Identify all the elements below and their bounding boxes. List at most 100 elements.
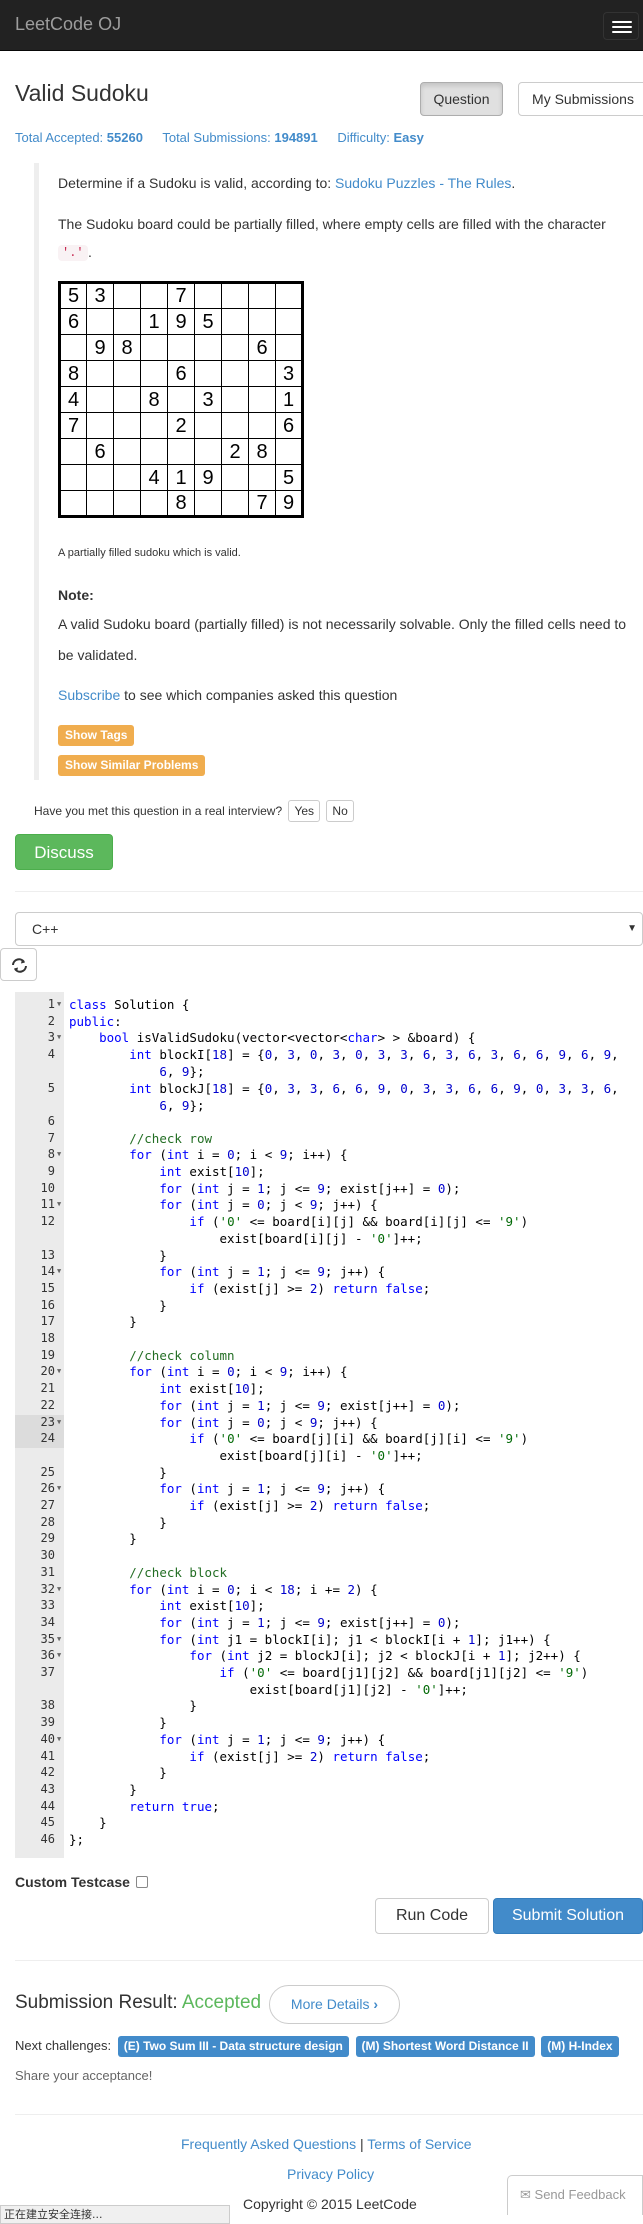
brand-logo[interactable]: LeetCode OJ <box>15 14 121 35</box>
hamburger-menu-icon[interactable] <box>603 12 639 40</box>
code-line[interactable]: if ('0' <= board[i][j] && board[i][j] <=… <box>69 1213 528 1247</box>
code-line[interactable]: if (exist[j] >= 2) return false; <box>69 1280 430 1297</box>
code-line[interactable]: //check column <box>69 1347 234 1364</box>
privacy-link[interactable]: Privacy Policy <box>287 2166 374 2182</box>
sudoku-cell <box>275 334 303 361</box>
code-line[interactable]: for (int j = 0; j < 9; j++) { <box>69 1414 377 1431</box>
code-line[interactable]: for (int j = 1; j <= 9; exist[j++] = 0); <box>69 1614 460 1631</box>
tab-question[interactable]: Question <box>420 82 503 116</box>
line-number: 36 <box>40 1648 55 1663</box>
code-line[interactable]: } <box>69 1764 167 1781</box>
code-line[interactable]: for (int j = 1; j <= 9; j++) { <box>69 1480 385 1497</box>
code-line[interactable]: if (exist[j] >= 2) return false; <box>69 1748 430 1765</box>
code-line[interactable]: if (exist[j] >= 2) return false; <box>69 1497 430 1514</box>
code-line[interactable]: int exist[10]; <box>69 1163 264 1180</box>
discuss-button[interactable]: Discuss <box>15 834 113 870</box>
fold-arrow-icon[interactable]: ▼ <box>57 1581 61 1598</box>
fold-arrow-icon[interactable]: ▼ <box>57 1263 61 1280</box>
code-line[interactable]: } <box>69 1781 137 1798</box>
sudoku-cell <box>113 308 141 335</box>
code-line[interactable]: public: <box>69 1013 122 1030</box>
fold-arrow-icon[interactable]: ▼ <box>57 1196 61 1213</box>
next-challenge-link[interactable]: (E) Two Sum III - Data structure design <box>117 2036 349 2057</box>
code-line[interactable]: for (int j1 = blockI[i]; j1 < blockI[i +… <box>69 1631 550 1648</box>
code-line[interactable]: } <box>69 1313 137 1330</box>
fold-arrow-icon[interactable]: ▼ <box>57 1480 61 1497</box>
sudoku-cell: 7 <box>59 412 87 439</box>
code-line[interactable]: }; <box>69 1831 84 1848</box>
sudoku-cell <box>86 386 114 413</box>
terms-link[interactable]: Terms of Service <box>367 2136 471 2152</box>
code-line[interactable]: } <box>69 1530 137 1547</box>
code-line[interactable]: } <box>69 1297 167 1314</box>
sudoku-cell <box>167 438 195 465</box>
next-challenge-link[interactable]: (M) H-Index <box>541 2036 619 2057</box>
code-line[interactable]: if ('0' <= board[j][i] && board[j][i] <=… <box>69 1430 528 1464</box>
submissions-value: 194891 <box>274 130 318 145</box>
code-line[interactable]: } <box>69 1814 107 1831</box>
fold-arrow-icon[interactable]: ▼ <box>57 996 61 1013</box>
show-tags-button[interactable]: Show Tags <box>58 725 135 746</box>
code-line[interactable]: } <box>69 1697 197 1714</box>
code-line[interactable]: for (int j = 0; j < 9; j++) { <box>69 1196 377 1213</box>
code-editor[interactable]: 1 ▼ class Solution {2 public: 3 ▼ bool isVali… <box>15 992 643 1858</box>
code-line[interactable]: for (int i = 0; i < 18; i += 2) { <box>69 1581 377 1598</box>
code-line[interactable]: for (int j = 1; j <= 9; exist[j++] = 0); <box>69 1397 460 1414</box>
code-line[interactable]: } <box>69 1464 167 1481</box>
sudoku-cell <box>86 412 114 439</box>
code-line[interactable]: int exist[10]; <box>69 1597 264 1614</box>
code-line[interactable]: for (int i = 0; i < 9; i++) { <box>69 1363 347 1380</box>
fold-arrow-icon[interactable]: ▼ <box>57 1731 61 1748</box>
sudoku-cell: 8 <box>167 490 195 517</box>
refresh-icon[interactable] <box>0 948 37 981</box>
code-line[interactable]: for (int j = 1; j <= 9; exist[j++] = 0); <box>69 1180 460 1197</box>
show-similar-problems-button[interactable]: Show Similar Problems <box>58 755 206 776</box>
sudoku-rules-link[interactable]: Sudoku Puzzles - The Rules <box>335 175 511 191</box>
fold-arrow-icon[interactable]: ▼ <box>57 1363 61 1380</box>
fold-arrow-icon[interactable]: ▼ <box>57 1414 61 1431</box>
subscribe-link[interactable]: Subscribe <box>58 687 120 703</box>
faq-link[interactable]: Frequently Asked Questions <box>181 2136 356 2152</box>
send-feedback-button[interactable]: ✉ Send Feedback <box>507 2175 643 2215</box>
code-line[interactable]: if ('0' <= board[j1][j2] && board[j1][j2… <box>69 1664 589 1698</box>
code-line[interactable]: //check block <box>69 1564 227 1581</box>
sudoku-cell <box>59 334 87 361</box>
code-line[interactable]: class Solution { <box>69 996 189 1013</box>
code-line[interactable]: int exist[10]; <box>69 1380 264 1397</box>
description-line-1: Determine if a Sudoku is valid, accordin… <box>58 168 515 199</box>
code-line[interactable]: int blockI[18] = {0, 3, 0, 3, 0, 3, 3, 6… <box>69 1046 618 1080</box>
fold-arrow-icon[interactable]: ▼ <box>57 1146 61 1163</box>
code-line[interactable]: } <box>69 1514 167 1531</box>
code-line[interactable]: bool isValidSudoku(vector<vector<char> >… <box>69 1029 475 1046</box>
footer-links: Frequently Asked Questions | Terms of Se… <box>181 2136 472 2152</box>
code-line[interactable]: int blockJ[18] = {0, 3, 3, 6, 6, 9, 0, 3… <box>69 1080 618 1114</box>
line-number: 38 <box>40 1698 55 1713</box>
code-line[interactable]: //check row <box>69 1130 212 1147</box>
footer-separator: | <box>356 2136 368 2152</box>
language-select[interactable]: C++ ▼ <box>15 912 643 946</box>
fold-arrow-icon[interactable]: ▼ <box>57 1029 61 1046</box>
code-line[interactable]: return true; <box>69 1798 219 1815</box>
code-line[interactable]: for (int j = 1; j <= 9; j++) { <box>69 1263 385 1280</box>
more-details-button[interactable]: More Details › <box>269 1985 400 2024</box>
sudoku-cell: 1 <box>140 308 168 335</box>
line-number: 31 <box>40 1564 55 1579</box>
code-line[interactable]: for (int i = 0; i < 9; i++) { <box>69 1146 347 1163</box>
next-challenge-link[interactable]: (M) Shortest Word Distance II <box>355 2036 535 2057</box>
line-number: 7 <box>47 1130 55 1145</box>
code-line[interactable]: for (int j = 1; j <= 9; j++) { <box>69 1731 385 1748</box>
code-line[interactable]: for (int j2 = blockJ[i]; j2 < blockJ[i +… <box>69 1647 580 1664</box>
code-line[interactable]: } <box>69 1714 167 1731</box>
submit-solution-button[interactable]: Submit Solution <box>493 1898 643 1934</box>
accepted-label: Total Accepted: <box>15 130 104 145</box>
tab-my-submissions[interactable]: My Submissions <box>518 82 643 116</box>
fold-arrow-icon[interactable]: ▼ <box>57 1647 61 1664</box>
fold-arrow-icon[interactable]: ▼ <box>57 1631 61 1648</box>
line-number: 26 <box>40 1481 55 1496</box>
custom-testcase-checkbox[interactable] <box>135 1876 148 1888</box>
yes-button[interactable]: Yes <box>288 800 321 822</box>
code-line[interactable]: } <box>69 1247 167 1264</box>
line-number: 18 <box>40 1331 55 1345</box>
run-code-button[interactable]: Run Code <box>375 1898 489 1934</box>
no-button[interactable]: No <box>326 800 354 822</box>
